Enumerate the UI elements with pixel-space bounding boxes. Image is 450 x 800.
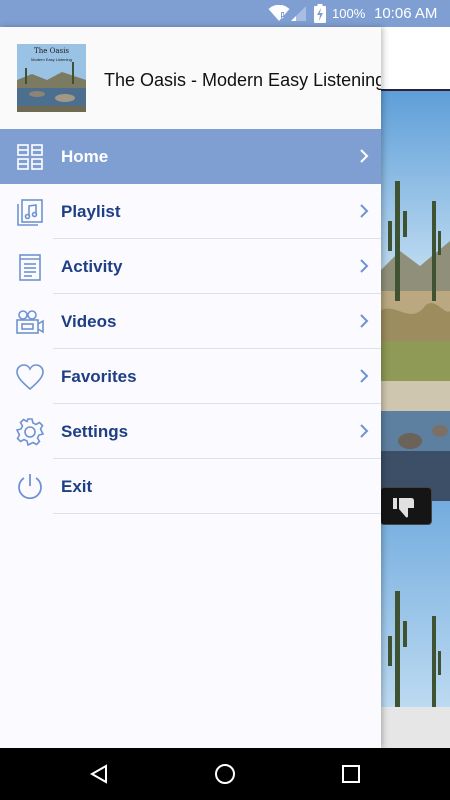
station-cover-art: The Oasis Modern Easy Listening (17, 44, 86, 112)
chevron-right-icon (360, 424, 369, 438)
thumbs-down-icon (393, 498, 414, 518)
menu-item-favorites[interactable]: Favorites (0, 349, 381, 404)
menu-item-videos[interactable]: Videos (0, 294, 381, 349)
menu-item-settings[interactable]: Settings (0, 404, 381, 459)
heart-icon (16, 364, 44, 391)
menu-item-label: Playlist (61, 202, 121, 221)
navigation-drawer: The Oasis Modern Easy Listening The Oasi… (0, 27, 381, 748)
chevron-right-icon (360, 259, 369, 273)
menu-item-label: Videos (61, 312, 117, 331)
cover-subtitle: Modern Easy Listening (31, 57, 72, 62)
thumbs-down-button[interactable] (380, 487, 432, 525)
menu-item-activity[interactable]: Activity (0, 239, 381, 294)
battery-charging-icon (314, 4, 326, 23)
wifi-icon (268, 5, 290, 21)
chevron-right-icon (360, 369, 369, 383)
menu-item-playlist[interactable]: Playlist (0, 184, 381, 239)
menu-item-label: Activity (61, 257, 123, 276)
drawer-header: The Oasis Modern Easy Listening The Oasi… (0, 27, 381, 129)
chevron-right-icon (360, 314, 369, 328)
gear-icon (15, 418, 45, 447)
clock: 10:06 AM (374, 5, 438, 22)
video-camera-icon (16, 310, 44, 334)
back-icon[interactable] (87, 762, 111, 786)
station-name: The Oasis - Modern Easy Listening (104, 70, 381, 90)
music-note-icon (17, 199, 43, 226)
recents-icon[interactable] (339, 762, 363, 786)
background-artwork (380, 91, 450, 707)
signal-icon (291, 6, 306, 21)
cover-title: The Oasis (34, 47, 69, 55)
document-icon (19, 254, 41, 281)
menu-item-label: Exit (61, 477, 93, 496)
chevron-right-icon (360, 149, 369, 163)
power-icon (18, 474, 42, 500)
home-circle-icon[interactable] (213, 762, 237, 786)
menu-divider (53, 513, 381, 514)
menu-item-label: Home (61, 147, 109, 166)
drawer-menu: Home Playlist Activity Videos Favorites … (0, 129, 381, 514)
menu-item-label: Settings (61, 422, 129, 441)
battery-percentage: 100% (332, 6, 366, 21)
chevron-right-icon (360, 204, 369, 218)
background-bottom-strip (380, 707, 450, 748)
status-bar: 100% 10:06 AM (0, 0, 450, 27)
grid-icon (17, 144, 43, 170)
menu-item-exit[interactable]: Exit (0, 459, 381, 514)
menu-item-label: Favorites (61, 367, 137, 386)
system-navigation-bar (0, 748, 450, 800)
menu-item-home[interactable]: Home (0, 129, 381, 184)
